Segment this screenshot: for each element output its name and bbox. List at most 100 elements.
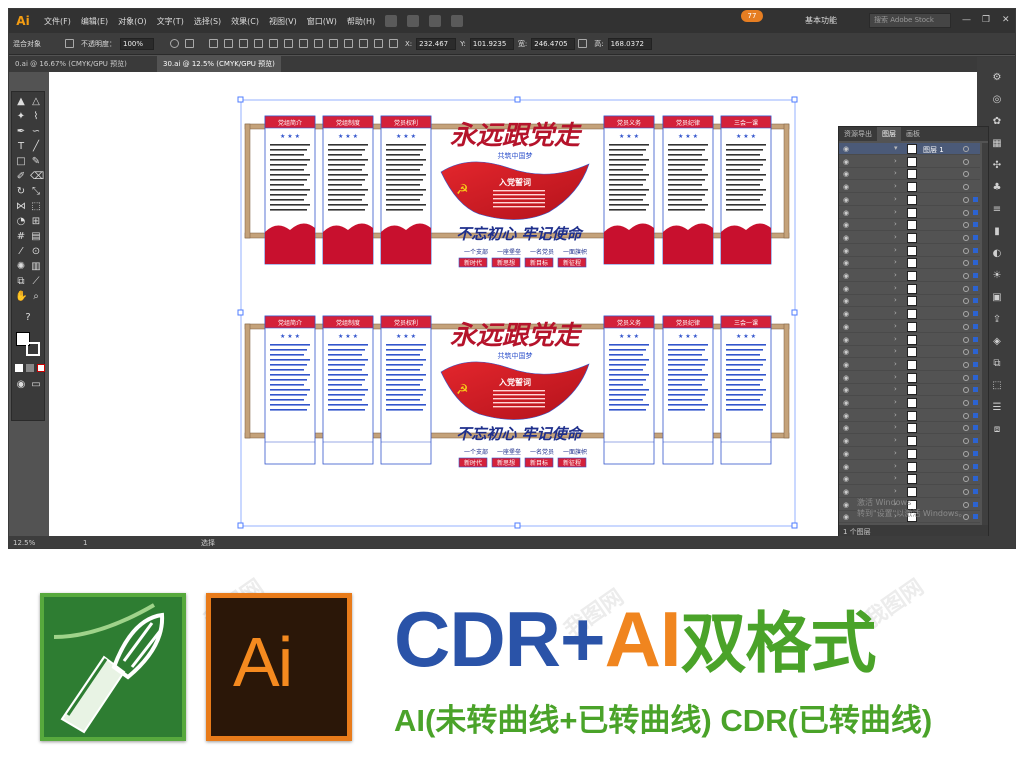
rectangle-tool-icon[interactable]: □ [15,156,27,168]
chevron-right-icon[interactable]: › [894,487,897,495]
eyedropper-tool-icon[interactable]: ⁄ [15,246,27,258]
layer-row[interactable]: ◉ › [839,283,980,295]
target-circle-icon[interactable] [963,361,969,368]
constrain-link-icon[interactable] [578,39,588,48]
visibility-eye-icon[interactable]: ◉ [843,221,849,229]
stroke-icon[interactable]: ≡ [990,203,1004,217]
arrange-documents-icon[interactable] [429,15,442,27]
artboard-align-icon[interactable] [185,39,194,48]
visibility-eye-icon[interactable]: ◉ [843,183,849,191]
layer-row[interactable]: ◉ › [839,359,980,371]
visibility-eye-icon[interactable]: ◉ [843,361,849,369]
layer-row[interactable]: ◉ › [839,232,980,244]
target-circle-icon[interactable] [963,336,969,343]
chevron-right-icon[interactable]: › [894,347,897,355]
layer-row[interactable]: ◉ › [839,308,980,321]
swatches-icon[interactable]: ▦ [990,137,1004,151]
target-circle-icon[interactable] [963,374,969,381]
visibility-eye-icon[interactable]: ◉ [843,437,849,445]
visibility-eye-icon[interactable]: ◉ [843,488,849,496]
menu-help[interactable]: 帮助(H) [342,16,380,27]
selection-tool-icon[interactable]: ▲ [15,96,27,108]
stroke-swatch-icon[interactable] [65,39,74,48]
target-circle-icon[interactable] [963,298,969,305]
target-circle-icon[interactable] [963,425,969,432]
gradient-mode-icon[interactable] [26,364,34,372]
tab-document-30[interactable]: 30.ai @ 12.5% (CMYK/GPU 预览) [157,56,281,72]
menu-window[interactable]: 窗口(W) [302,16,342,27]
menu-view[interactable]: 视图(V) [264,16,302,27]
visibility-eye-icon[interactable]: ◉ [843,196,849,204]
tab-artboards[interactable]: 画板 [901,127,925,141]
close-button[interactable]: ✕ [1002,15,1010,25]
target-circle-icon[interactable] [963,260,969,267]
visibility-eye-icon[interactable]: ◉ [843,323,849,331]
column-graph-tool-icon[interactable]: ▥ [30,261,42,273]
layer-row[interactable]: ◉ › [839,168,980,181]
libraries-icon[interactable]: ◎ [990,93,1004,107]
gradient-icon[interactable]: ▮ [990,225,1004,239]
opacity-field[interactable]: 100% [120,37,154,50]
layers-scrollbar[interactable] [982,143,988,525]
layer-row[interactable]: ◉ › [839,181,980,194]
chevron-right-icon[interactable]: › [894,309,897,317]
visibility-eye-icon[interactable]: ◉ [843,247,849,255]
visibility-eye-icon[interactable]: ◉ [843,399,849,407]
slice-tool-icon[interactable]: ⟋ [30,276,42,288]
visibility-eye-icon[interactable]: ◉ [843,259,849,267]
target-circle-icon[interactable] [963,450,969,457]
target-circle-icon[interactable] [963,234,969,241]
layers-icon[interactable]: ◈ [990,335,1004,349]
target-circle-icon[interactable] [963,463,969,470]
layer-row[interactable]: ◉ › [839,372,980,384]
lasso-tool-icon[interactable]: ⌇ [30,111,42,123]
distribute-top-icon[interactable] [299,39,308,48]
target-circle-icon[interactable] [963,349,969,356]
tab-asset-export[interactable]: 资源导出 [839,127,877,141]
target-circle-icon[interactable] [963,196,969,203]
target-circle-icon[interactable] [963,438,969,445]
layer-row[interactable]: ◉ › [839,461,980,473]
update-badge[interactable]: 77 [741,10,763,22]
workspace-switcher[interactable]: 基本功能 [805,15,837,26]
align-right-icon[interactable] [239,39,248,48]
target-circle-icon[interactable] [963,146,969,152]
shape-builder-tool-icon[interactable]: ◔ [15,216,27,228]
chevron-right-icon[interactable]: › [894,322,897,330]
none-mode-icon[interactable] [37,364,45,372]
chevron-right-icon[interactable]: › [894,157,897,165]
chevron-right-icon[interactable]: › [894,411,897,419]
target-circle-icon[interactable] [963,412,969,419]
zoom-tool-icon[interactable]: ⌕ [30,291,42,303]
chevron-right-icon[interactable]: › [894,258,897,266]
layer-row-top[interactable]: ◉ ▾ 图层 1 [839,143,980,155]
artboards-icon[interactable]: ⧉ [990,357,1004,371]
tab-document-0[interactable]: 0.ai @ 16.67% (CMYK/GPU 预览) [9,56,133,72]
layer-row[interactable]: ◉ › [839,207,980,219]
height-field[interactable]: 168.0372 [607,37,652,50]
align-left-icon[interactable] [209,39,218,48]
menu-type[interactable]: 文字(T) [152,16,189,27]
chevron-right-icon[interactable]: › [894,373,897,381]
chevron-right-icon[interactable]: › [894,462,897,470]
visibility-eye-icon[interactable]: ◉ [843,297,849,305]
appearance-icon[interactable]: ☀ [990,269,1004,283]
distribute-left-icon[interactable] [344,39,353,48]
chevron-right-icon[interactable]: › [894,335,897,343]
target-circle-icon[interactable] [963,400,969,406]
symbols-icon[interactable]: ♣ [990,181,1004,195]
transform-icon[interactable]: ⬚ [990,379,1004,393]
target-circle-icon[interactable] [963,247,969,254]
distribute-middle-icon[interactable] [314,39,323,48]
width-field[interactable]: 246.4705 [531,37,576,50]
stock-icon[interactable] [407,15,420,27]
layer-row[interactable]: ◉ › [839,397,980,409]
chevron-right-icon[interactable]: › [894,182,897,190]
draw-normal-icon[interactable]: ◉ [15,379,27,391]
tab-layers[interactable]: 图层 [877,127,901,141]
menu-select[interactable]: 选择(S) [189,16,226,27]
target-circle-icon[interactable] [963,488,969,495]
free-transform-tool-icon[interactable]: ⬚ [30,201,42,213]
visibility-eye-icon[interactable]: ◉ [843,386,849,394]
layer-row[interactable]: ◉ › [839,435,980,448]
